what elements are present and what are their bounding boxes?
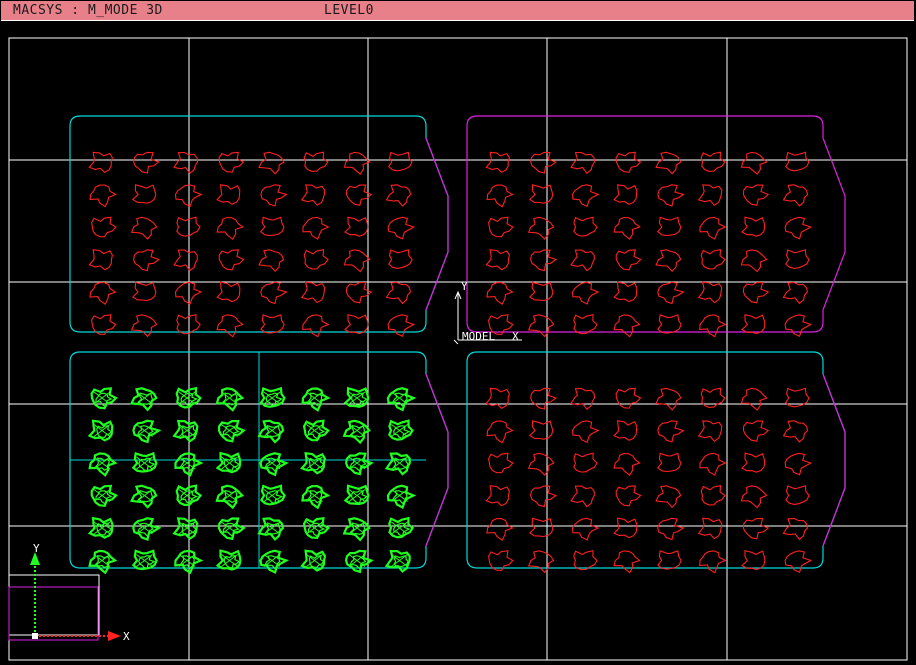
level-indicator[interactable]: LEVEL0 bbox=[324, 3, 374, 18]
model-label: MODEL bbox=[462, 330, 495, 343]
screen-y-label: Y bbox=[33, 542, 40, 555]
model-x-label: X bbox=[512, 330, 519, 343]
drawing-viewport[interactable]: Y MODEL X Y X bbox=[0, 22, 916, 665]
model-y-label: Y bbox=[461, 280, 468, 293]
title-bar: MACSYS : M_MODE 3D LEVEL0 bbox=[1, 1, 914, 21]
cad-window: MACSYS : M_MODE 3D LEVEL0 Y MODEL X Y X bbox=[0, 0, 916, 665]
screen-x-label: X bbox=[123, 630, 130, 643]
window-title: MACSYS : M_MODE 3D bbox=[13, 3, 163, 18]
